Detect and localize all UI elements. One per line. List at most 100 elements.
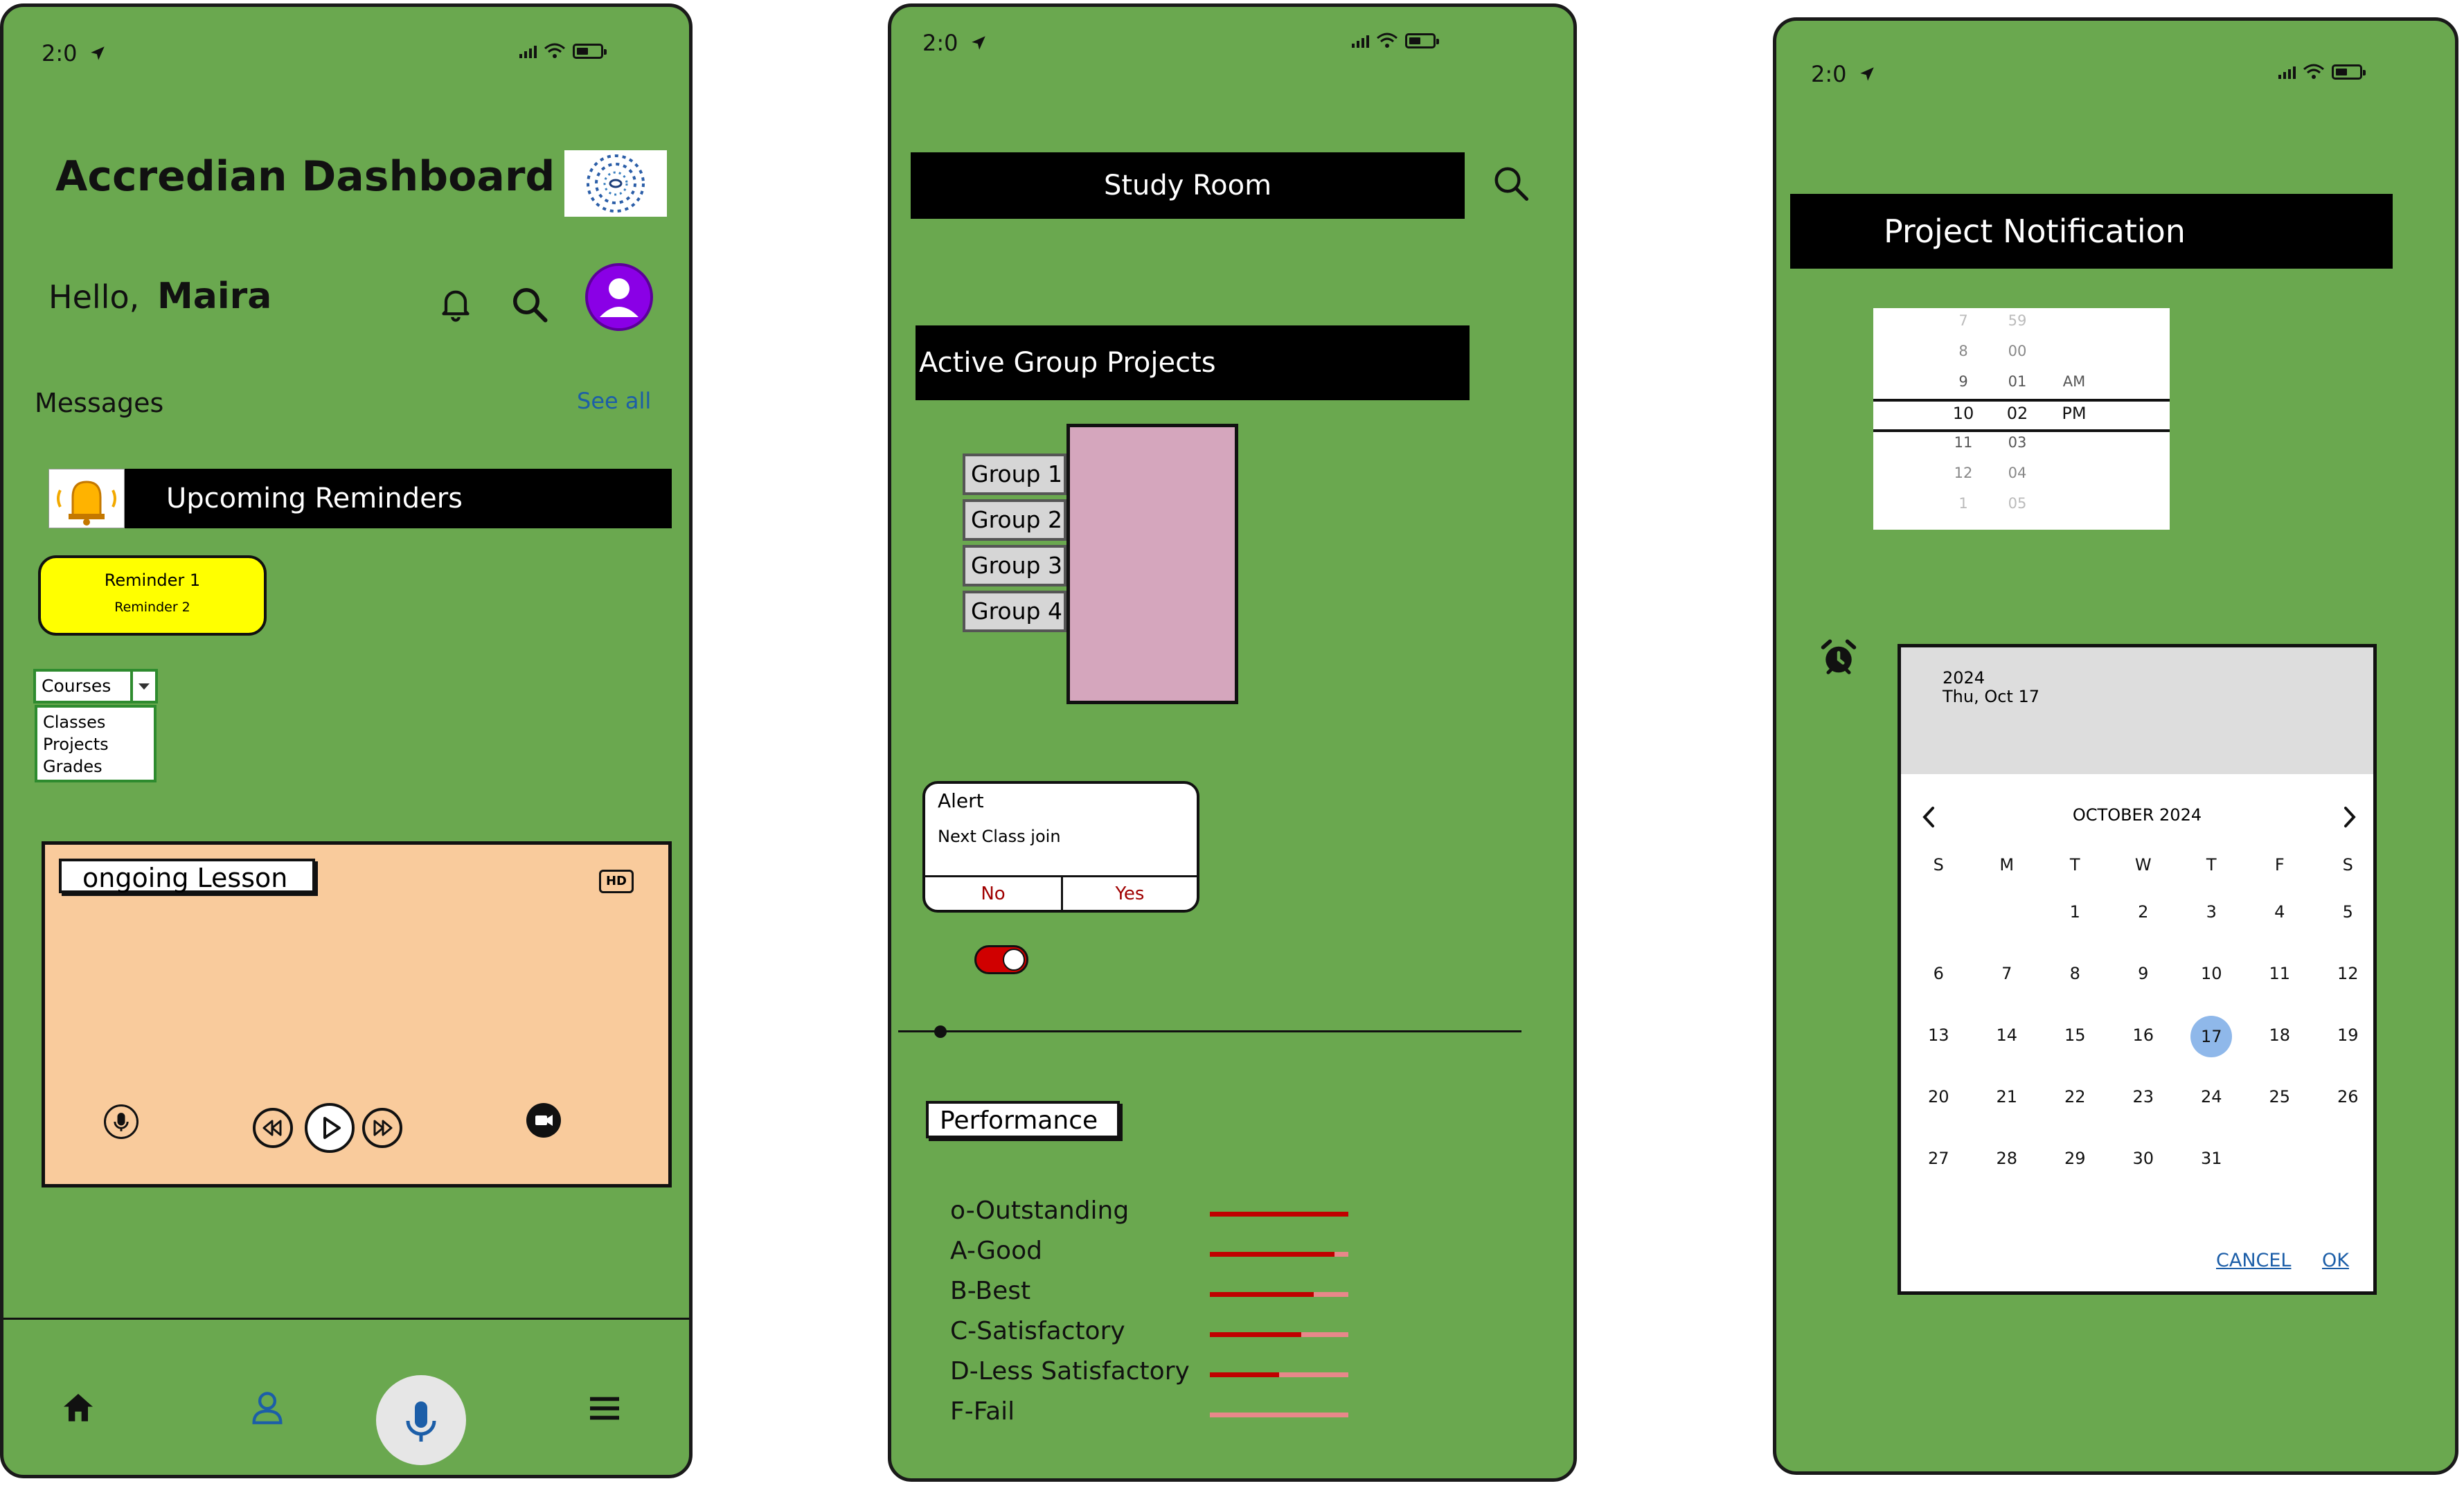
hour-option[interactable]: 8 (1943, 343, 1984, 359)
group-tab[interactable]: Group 2 (963, 499, 1066, 541)
next-month-button[interactable] (2336, 800, 2364, 834)
dropdown-option[interactable]: Classes (43, 711, 148, 733)
group-tab[interactable]: Group 4 (963, 591, 1066, 632)
calendar-day[interactable]: 11 (2246, 964, 2314, 983)
calendar-day[interactable]: 30 (2109, 1149, 2178, 1168)
minute-option[interactable]: 59 (1997, 312, 2038, 329)
nav-voice-button[interactable] (376, 1375, 466, 1465)
search-button[interactable] (1490, 163, 1532, 204)
calendar-day[interactable]: 20 (1904, 1087, 1973, 1106)
calendar-day[interactable]: 21 (1973, 1087, 2042, 1106)
time-picker[interactable]: 7 59 8 00 9 01 10 02 11 03 12 04 1 05 AM PM (1873, 308, 2170, 530)
calendar-day[interactable]: 9 (2109, 964, 2178, 983)
performance-grade-label: D-Less Satisfactory (950, 1357, 1190, 1386)
calendar-day[interactable]: 15 (2041, 1025, 2109, 1045)
alert-yes-button[interactable]: Yes (1063, 877, 1197, 910)
calendar-day[interactable]: 25 (2246, 1087, 2314, 1106)
progress-slider[interactable] (898, 1025, 1521, 1039)
calendar-day[interactable]: 26 (2314, 1087, 2382, 1106)
search-icon (1494, 167, 1528, 201)
hour-option[interactable]: 1 (1943, 495, 1984, 512)
calendar-day[interactable]: 8 (2041, 964, 2109, 983)
calendar-day-selected[interactable]: 17 (2190, 1016, 2233, 1057)
calendar-day[interactable]: 22 (2041, 1087, 2109, 1106)
calendar-day[interactable]: 13 (1904, 1025, 1973, 1045)
hour-option[interactable]: 10 (1943, 404, 1984, 423)
see-all-link[interactable]: See all (577, 388, 651, 414)
alarm-button[interactable] (1818, 637, 1859, 679)
user-icon (252, 1392, 283, 1424)
performance-bar-fill (1210, 1212, 1348, 1217)
signal-icon (1352, 34, 1369, 48)
minute-option[interactable]: 01 (1997, 373, 2038, 390)
calendar-day[interactable]: 16 (2109, 1025, 2178, 1045)
calendar-day[interactable]: 3 (2177, 902, 2246, 922)
mic-toggle-button[interactable] (104, 1104, 139, 1139)
reminder-card[interactable]: Reminder 1 Reminder 2 (38, 555, 267, 636)
calendar-day[interactable]: 19 (2314, 1025, 2382, 1045)
hour-option[interactable]: 12 (1943, 465, 1984, 481)
nav-menu-button[interactable] (585, 1389, 624, 1428)
group-tab[interactable]: Group 1 (963, 454, 1066, 495)
calendar-day[interactable]: 23 (2109, 1087, 2178, 1106)
nav-profile-button[interactable] (247, 1388, 287, 1428)
courses-dropdown[interactable]: Courses (33, 669, 158, 703)
play-button[interactable] (305, 1103, 355, 1153)
minute-option[interactable]: 02 (1997, 404, 2038, 423)
calendar-day[interactable]: 31 (2177, 1149, 2246, 1168)
calendar-day[interactable]: 24 (2177, 1087, 2246, 1106)
calendar-day[interactable]: 27 (1904, 1149, 1973, 1168)
period-option[interactable]: PM (2050, 404, 2098, 423)
minute-option[interactable]: 00 (1997, 343, 2038, 359)
notifications-button[interactable] (436, 284, 475, 323)
battery-icon (1405, 33, 1439, 48)
selected-year[interactable]: 2024 (1943, 668, 1985, 688)
calendar-day[interactable]: 12 (2314, 964, 2382, 983)
nav-home-button[interactable] (59, 1389, 98, 1428)
cancel-button[interactable]: CANCEL (2216, 1250, 2291, 1271)
ok-button[interactable]: OK (2322, 1250, 2349, 1271)
calendar-day[interactable]: 6 (1904, 964, 1973, 983)
calendar-day[interactable]: 1 (2041, 902, 2109, 922)
slider-handle[interactable] (934, 1025, 947, 1038)
study-room-header: Study Room (911, 152, 1465, 219)
dropdown-option[interactable]: Projects (43, 733, 148, 755)
performance-grade-label: F-Fail (950, 1397, 1015, 1426)
alert-no-button[interactable]: No (925, 877, 1061, 910)
calendar-day[interactable]: 28 (1973, 1149, 2042, 1168)
calendar-day[interactable]: 7 (1973, 964, 2042, 983)
avatar[interactable] (585, 263, 653, 331)
calendar-day[interactable]: 5 (2314, 902, 2382, 922)
rewind-button[interactable] (253, 1108, 293, 1148)
dropdown-selected: Courses (42, 676, 111, 696)
calendar-day[interactable]: 18 (2246, 1025, 2314, 1045)
hour-option[interactable]: 7 (1943, 312, 1984, 329)
hour-option[interactable]: 9 (1943, 373, 1984, 390)
calendar-day[interactable]: 10 (2177, 964, 2246, 983)
hd-badge: HD (599, 870, 634, 893)
minute-option[interactable]: 05 (1997, 495, 2038, 512)
minute-option[interactable]: 03 (1997, 434, 2038, 451)
performance-bar-fill (1210, 1372, 1279, 1377)
dropdown-list: Classes Projects Grades (35, 705, 157, 782)
search-button[interactable] (509, 284, 551, 325)
alert-dialog: Alert Next Class join No Yes (922, 781, 1199, 913)
calendar-day[interactable]: 14 (1973, 1025, 2042, 1045)
hour-option[interactable]: 11 (1943, 434, 1984, 451)
weekday-label: T (2069, 855, 2080, 875)
calendar-day[interactable]: 2 (2109, 902, 2178, 922)
dropdown-toggle[interactable] (130, 672, 155, 701)
minute-option[interactable]: 04 (1997, 465, 2038, 481)
group-tab[interactable]: Group 3 (963, 545, 1066, 586)
toggle-switch[interactable] (974, 945, 1028, 974)
period-option[interactable]: AM (2050, 373, 2098, 390)
camera-button[interactable] (526, 1103, 561, 1138)
fast-forward-button[interactable] (362, 1108, 402, 1148)
performance-bar-fill (1210, 1292, 1314, 1297)
calendar-day[interactable]: 4 (2246, 902, 2314, 922)
dropdown-option[interactable]: Grades (43, 755, 148, 778)
reminders-header: Upcoming Reminders (125, 469, 672, 528)
performance-bar (1210, 1372, 1348, 1377)
calendar-day[interactable]: 29 (2041, 1149, 2109, 1168)
lesson-title-box: ongoing Lesson (59, 859, 315, 893)
